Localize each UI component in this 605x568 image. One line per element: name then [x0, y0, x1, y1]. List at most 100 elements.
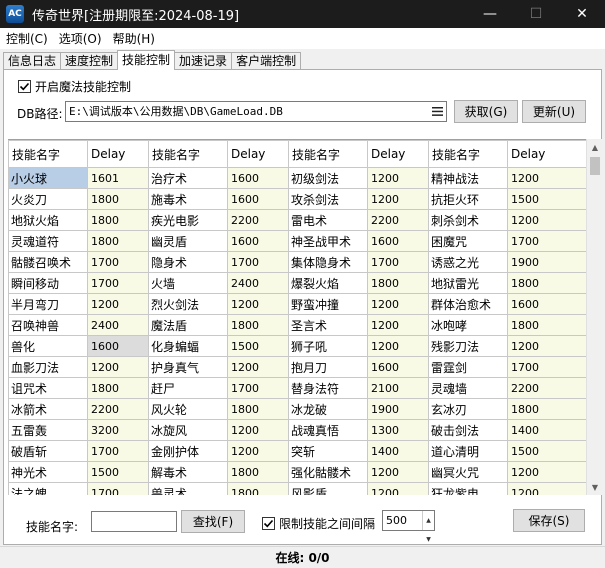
menu-control[interactable]: 控制(C) — [1, 30, 53, 47]
delay-cell[interactable]: 1700 — [227, 251, 289, 273]
skill-name-cell[interactable]: 法之魄 — [8, 482, 88, 495]
delay-cell[interactable]: 2200 — [227, 209, 289, 231]
skill-name-cell[interactable]: 雷霆剑 — [428, 356, 508, 378]
skill-name-cell[interactable]: 魔法盾 — [148, 314, 228, 336]
skill-name-cell[interactable]: 火炎刀 — [8, 188, 88, 210]
tab-skill-control[interactable]: 技能控制 — [117, 50, 176, 70]
delay-cell[interactable]: 1200 — [507, 482, 589, 495]
column-header-skill-name[interactable]: 技能名字 — [288, 140, 368, 168]
scroll-thumb[interactable] — [590, 157, 600, 175]
skill-name-cell[interactable]: 施毒术 — [148, 188, 228, 210]
column-header-skill-name[interactable]: 技能名字 — [148, 140, 228, 168]
limit-interval-option[interactable]: 限制技能之间间隔 — [262, 515, 375, 532]
skill-name-cell[interactable]: 刺杀剑术 — [428, 209, 508, 231]
skill-name-cell[interactable]: 战魂真悟 — [288, 419, 368, 441]
table-row[interactable]: 召唤神兽 2400 魔法盾 1800 圣言术 1200 冰咆哮 1800 — [8, 314, 589, 336]
column-header-skill-name[interactable]: 技能名字 — [428, 140, 508, 168]
skill-name-cell[interactable]: 冰箭术 — [8, 398, 88, 420]
delay-cell[interactable]: 1200 — [507, 335, 589, 357]
delay-cell[interactable]: 1800 — [87, 230, 149, 252]
skill-name-cell[interactable]: 初级剑法 — [288, 167, 368, 189]
skill-name-cell[interactable]: 小火球 — [8, 167, 88, 189]
skill-name-cell[interactable]: 玄冰刃 — [428, 398, 508, 420]
table-row[interactable]: 瞬间移动 1700 火墙 2400 爆裂火焰 1800 地狱雷光 1800 — [8, 272, 589, 294]
skill-name-cell[interactable]: 圣言术 — [288, 314, 368, 336]
skill-name-cell[interactable]: 破盾斩 — [8, 440, 88, 462]
scroll-up-arrow-icon[interactable]: ▲ — [587, 139, 603, 155]
update-button[interactable]: 更新(U) — [522, 100, 586, 123]
delay-cell[interactable]: 2200 — [507, 377, 589, 399]
skill-name-cell[interactable]: 解毒术 — [148, 461, 228, 483]
table-row[interactable]: 血影刀法 1200 护身真气 1200 抱月刀 1600 雷霆剑 1700 — [8, 356, 589, 378]
delay-cell[interactable]: 1500 — [87, 461, 149, 483]
delay-cell[interactable]: 1800 — [227, 398, 289, 420]
enable-magic-checkbox[interactable] — [18, 80, 31, 93]
skill-name-cell[interactable]: 爆裂火焰 — [288, 272, 368, 294]
list-icon[interactable] — [432, 107, 443, 116]
skill-name-cell[interactable]: 替身法符 — [288, 377, 368, 399]
scroll-down-arrow-icon[interactable]: ▼ — [587, 479, 603, 495]
delay-cell[interactable]: 1200 — [367, 188, 429, 210]
db-path-field[interactable]: E:\调试版本\公用数据\DB\GameLoad.DB — [65, 101, 447, 122]
skill-name-cell[interactable]: 化身蝙蝠 — [148, 335, 228, 357]
delay-cell[interactable]: 1800 — [87, 377, 149, 399]
skill-name-cell[interactable]: 幽冥火咒 — [428, 461, 508, 483]
minimize-button[interactable]: — — [467, 0, 513, 28]
delay-cell[interactable]: 1500 — [227, 335, 289, 357]
skill-name-cell[interactable]: 烈火剑法 — [148, 293, 228, 315]
delay-cell[interactable]: 1700 — [227, 377, 289, 399]
skill-name-cell[interactable]: 骷髅召唤术 — [8, 251, 88, 273]
delay-cell[interactable]: 1900 — [367, 398, 429, 420]
delay-cell[interactable]: 1800 — [367, 272, 429, 294]
delay-cell[interactable]: 1400 — [507, 419, 589, 441]
save-button[interactable]: 保存(S) — [513, 509, 585, 532]
enable-magic-option[interactable]: 开启魔法技能控制 — [18, 78, 131, 95]
skill-name-cell[interactable]: 突斩 — [288, 440, 368, 462]
skill-name-cell[interactable]: 困魔咒 — [428, 230, 508, 252]
skill-name-cell[interactable]: 抱月刀 — [288, 356, 368, 378]
skill-name-cell[interactable]: 集体隐身术 — [288, 251, 368, 273]
delay-cell[interactable]: 1800 — [227, 482, 289, 495]
tab-info-log[interactable]: 信息日志 — [3, 52, 62, 70]
delay-cell[interactable]: 1800 — [507, 314, 589, 336]
table-row[interactable]: 神光术 1500 解毒术 1800 强化骷髅术 1200 幽冥火咒 1200 — [8, 461, 589, 483]
skill-name-cell[interactable]: 火墙 — [148, 272, 228, 294]
delay-cell[interactable]: 1200 — [227, 440, 289, 462]
skill-name-cell[interactable]: 灵魂道符 — [8, 230, 88, 252]
spin-up-icon[interactable]: ▲ — [423, 511, 434, 530]
column-header-skill-name[interactable]: 技能名字 — [8, 140, 88, 168]
delay-cell[interactable]: 1200 — [367, 314, 429, 336]
skill-name-cell[interactable]: 冰咆哮 — [428, 314, 508, 336]
skill-name-cell[interactable]: 五雷轰 — [8, 419, 88, 441]
delay-cell[interactable]: 1200 — [87, 356, 149, 378]
table-row[interactable]: 破盾斩 1700 金刚护体 1200 突斩 1400 道心清明 1500 — [8, 440, 589, 462]
skill-name-cell[interactable]: 狂龙紫电 — [428, 482, 508, 495]
limit-interval-checkbox[interactable] — [262, 517, 275, 530]
delay-cell[interactable]: 2200 — [87, 398, 149, 420]
delay-cell[interactable]: 1700 — [507, 230, 589, 252]
skill-name-cell[interactable]: 隐身术 — [148, 251, 228, 273]
skill-name-cell[interactable]: 疾光电影 — [148, 209, 228, 231]
delay-cell[interactable]: 1200 — [227, 293, 289, 315]
skill-name-cell[interactable]: 狮子吼 — [288, 335, 368, 357]
delay-cell[interactable]: 1600 — [367, 230, 429, 252]
delay-cell[interactable]: 1300 — [367, 419, 429, 441]
delay-cell[interactable]: 1200 — [367, 293, 429, 315]
skill-name-cell[interactable]: 地狱雷光 — [428, 272, 508, 294]
skill-name-cell[interactable]: 兽灵术 — [148, 482, 228, 495]
maximize-button[interactable]: ☐ — [513, 0, 559, 28]
skill-name-cell[interactable]: 诱惑之光 — [428, 251, 508, 273]
delay-cell[interactable]: 1700 — [87, 251, 149, 273]
delay-cell[interactable]: 1200 — [507, 461, 589, 483]
delay-cell[interactable]: 1800 — [87, 209, 149, 231]
skill-name-cell[interactable]: 神光术 — [8, 461, 88, 483]
table-row[interactable]: 小火球 1601 治疗术 1600 初级剑法 1200 精神战法 1200 — [8, 167, 589, 189]
table-row[interactable]: 骷髅召唤术 1700 隐身术 1700 集体隐身术 1700 诱惑之光 1900 — [8, 251, 589, 273]
skill-name-cell[interactable]: 灵魂墙 — [428, 377, 508, 399]
delay-cell[interactable]: 1200 — [367, 482, 429, 495]
skill-name-cell[interactable]: 赶尸 — [148, 377, 228, 399]
delay-cell[interactable]: 1700 — [87, 482, 149, 495]
skill-name-cell[interactable]: 幽灵盾 — [148, 230, 228, 252]
skill-name-cell[interactable]: 瞬间移动 — [8, 272, 88, 294]
skill-name-cell[interactable]: 召唤神兽 — [8, 314, 88, 336]
